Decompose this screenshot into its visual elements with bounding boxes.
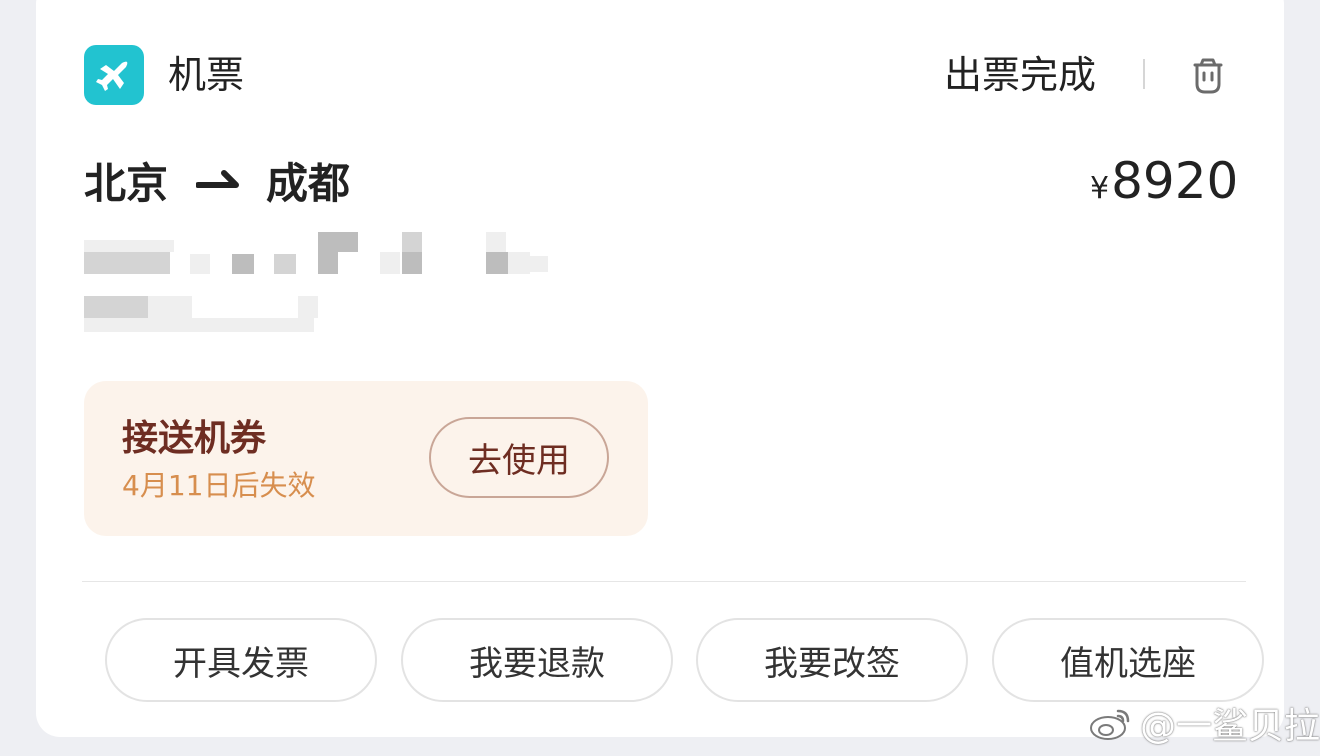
origin-city: 北京 — [84, 158, 169, 208]
check-in-button[interactable]: 值机选座 — [992, 618, 1264, 702]
arrow-right-icon — [196, 170, 240, 188]
destination-city: 成都 — [266, 158, 351, 208]
transfer-voucher[interactable]: 接送机券 4月11日后失效 去使用 — [84, 381, 648, 536]
use-voucher-button[interactable]: 去使用 — [429, 417, 609, 498]
flight-route: 北京 成都 — [84, 152, 350, 208]
app-title: 机票 — [168, 53, 245, 97]
order-status: 出票完成 — [944, 53, 1097, 97]
trash-icon[interactable] — [1186, 54, 1230, 98]
change-ticket-button[interactable]: 我要改签 — [696, 618, 968, 702]
divider — [82, 581, 1246, 582]
voucher-title: 接送机券 — [122, 418, 267, 459]
airplane-icon — [84, 45, 144, 105]
currency-symbol: ¥ — [1090, 171, 1110, 206]
divider — [1143, 59, 1145, 89]
weibo-icon — [1090, 709, 1130, 740]
invoice-button[interactable]: 开具发票 — [105, 618, 377, 702]
voucher-expiry: 4月11日后失效 — [122, 469, 316, 502]
weibo-watermark: @一鲨贝拉 — [1088, 700, 1320, 747]
price-amount: 8920 — [1111, 152, 1239, 210]
order-price: ¥ 8920 — [1090, 152, 1238, 212]
refund-button[interactable]: 我要退款 — [401, 618, 673, 702]
watermark-text: @一鲨贝拉 — [1140, 706, 1320, 747]
